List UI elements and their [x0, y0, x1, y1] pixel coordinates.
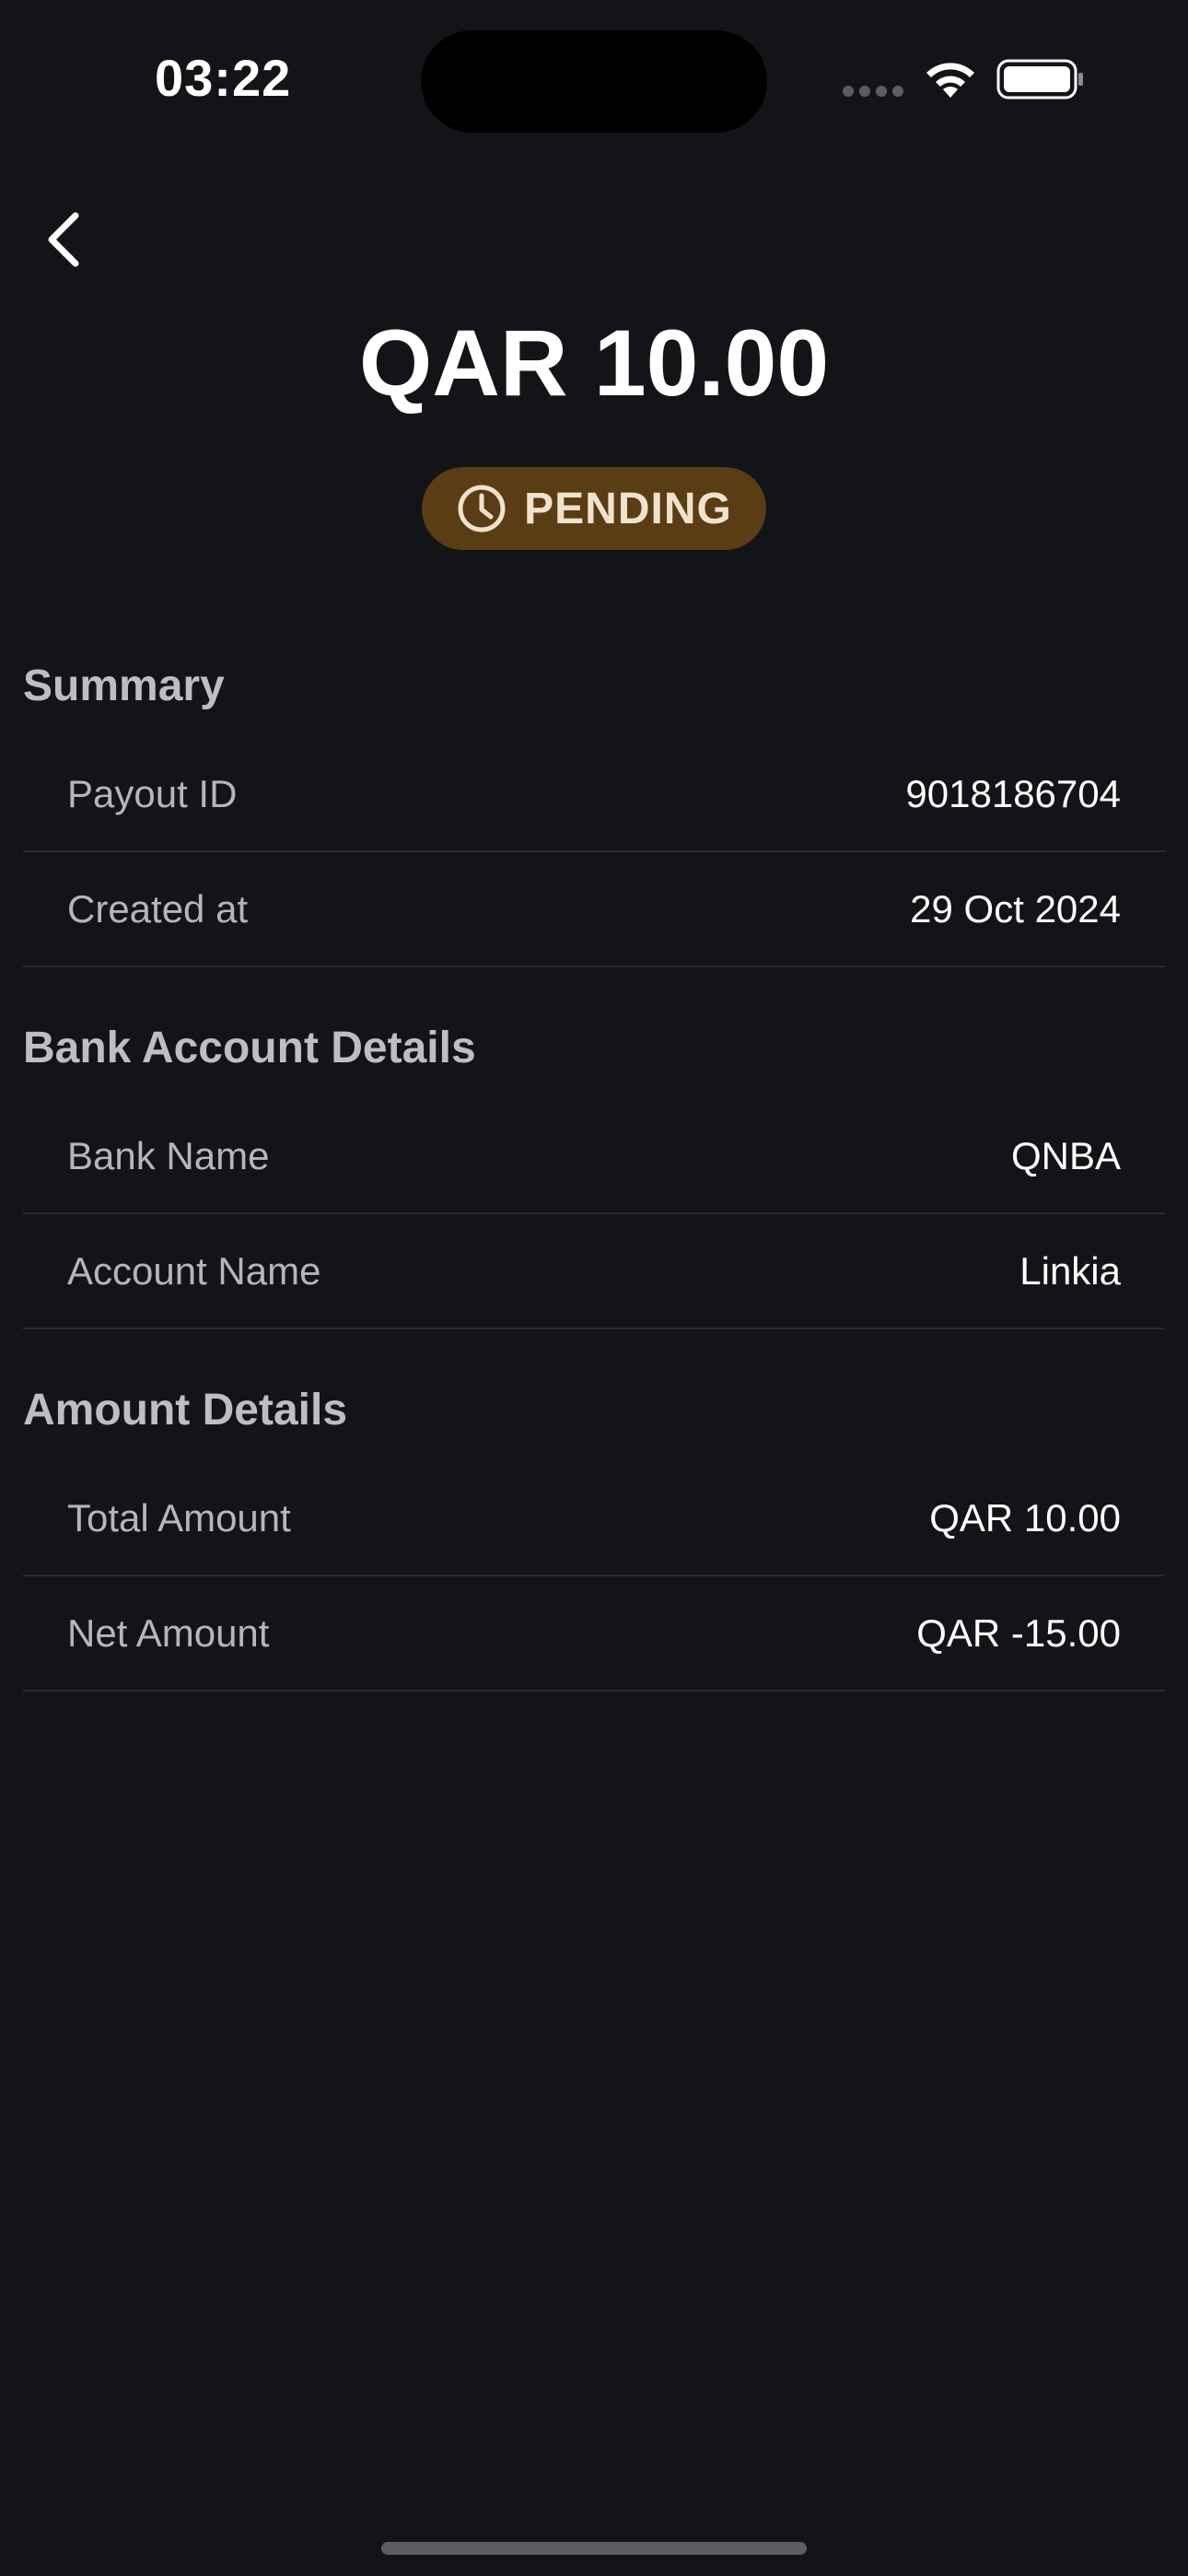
- row-value: 29 Oct 2024: [910, 886, 1121, 931]
- row-label: Created at: [67, 886, 249, 931]
- dynamic-island: [421, 30, 767, 133]
- cellular-signal-icon: [843, 86, 903, 97]
- section-title: Amount Details: [23, 1386, 348, 1434]
- section-title: Bank Account Details: [23, 1024, 476, 1072]
- detail-row-payout-id: Payout ID 9018186704: [23, 737, 1165, 852]
- row-value: 9018186704: [905, 771, 1121, 815]
- row-label: Total Amount: [67, 1495, 291, 1540]
- detail-row-total-amount: Total Amount QAR 10.00: [23, 1461, 1165, 1576]
- detail-row-account-name: Account Name Linkia: [23, 1214, 1165, 1329]
- clock-icon: [456, 483, 507, 534]
- row-label: Bank Name: [67, 1133, 270, 1177]
- status-label: PENDING: [524, 484, 732, 533]
- bank-account-section: Bank Account Details Bank Name QNBA Acco…: [23, 998, 1165, 1329]
- chevron-left-icon: [48, 212, 79, 267]
- row-value: QNBA: [1010, 1133, 1121, 1177]
- row-label: Account Name: [67, 1248, 321, 1293]
- summary-section: Summary Payout ID 9018186704 Created at …: [23, 636, 1165, 967]
- back-button[interactable]: [28, 203, 101, 276]
- row-value: Linkia: [1019, 1248, 1121, 1293]
- row-label: Payout ID: [67, 771, 238, 815]
- row-label: Net Amount: [67, 1610, 270, 1655]
- payout-amount-title: QAR 10.00: [358, 310, 830, 416]
- status-bar: 03:22: [0, 0, 1188, 157]
- detail-row-created-at: Created at 29 Oct 2024: [23, 852, 1165, 967]
- home-indicator[interactable]: [381, 2542, 807, 2555]
- detail-row-net-amount: Net Amount QAR -15.00: [23, 1576, 1165, 1692]
- amount-details-section: Amount Details Total Amount QAR 10.00 Ne…: [23, 1360, 1165, 1692]
- battery-icon: [996, 59, 1083, 100]
- wifi-icon: [926, 63, 974, 98]
- detail-row-bank-name: Bank Name QNBA: [23, 1099, 1165, 1214]
- row-value: QAR -15.00: [916, 1610, 1121, 1655]
- status-badge: PENDING: [422, 467, 766, 550]
- row-value: QAR 10.00: [929, 1495, 1121, 1540]
- status-time: 03:22: [155, 49, 292, 107]
- section-title: Summary: [23, 662, 225, 710]
